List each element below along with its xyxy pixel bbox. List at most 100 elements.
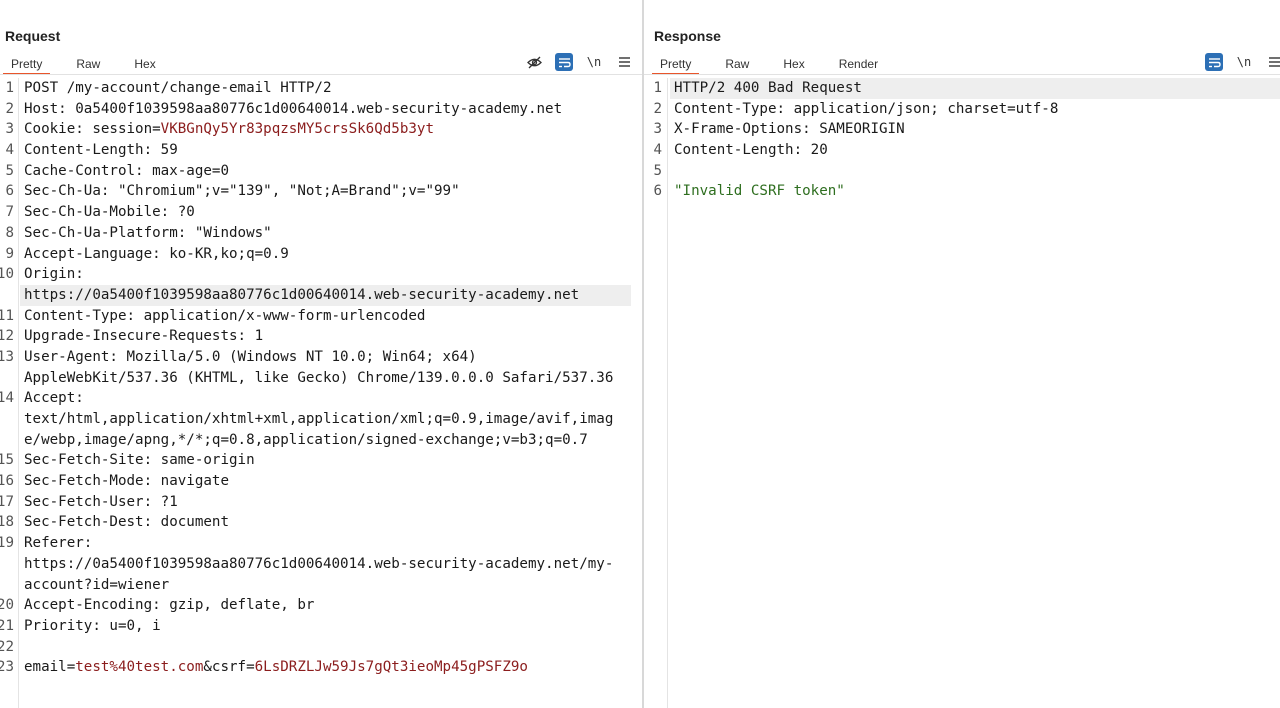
newline-toggle[interactable]: \n — [585, 53, 603, 71]
code-token: e/webp,image/apng,*/*;q=0.8,application/… — [24, 431, 588, 448]
line-text: https://0a5400f1039598aa80776c1d00640014… — [24, 285, 579, 306]
code-line[interactable]: 3 X-Frame-Options: SAMEORIGIN — [644, 119, 1280, 140]
response-tab-hex[interactable]: Hex — [775, 55, 812, 73]
request-tab-raw[interactable]: Raw — [68, 55, 108, 73]
line-text: Accept-Language: ko-KR,ko;q=0.9 — [24, 244, 289, 265]
line-text: Sec-Ch-Ua: "Chromium";v="139", "Not;A=Br… — [24, 181, 460, 202]
response-toolbar: \n — [1205, 53, 1280, 71]
code-line[interactable]: 20 Accept-Encoding: gzip, deflate, br — [0, 595, 642, 616]
line-text: AppleWebKit/537.36 (KHTML, like Gecko) C… — [24, 368, 613, 389]
request-tab-pretty[interactable]: Pretty — [3, 55, 51, 75]
code-token: Sec-Ch-Ua: "Chromium";v="139", "Not;A=Br… — [24, 183, 460, 200]
code-line[interactable]: text/html,application/xhtml+xml,applicat… — [0, 409, 642, 430]
param-value: 6LsDRZLJw59Js7gQt3ieoMp45gPSFZ9o — [254, 659, 528, 676]
code-token: Host: 0a5400f1039598aa80776c1d00640014.w… — [24, 100, 563, 117]
code-line[interactable]: 1 HTTP/2 400 Bad Request — [644, 78, 1280, 99]
code-line[interactable]: 4 Content-Length: 20 — [644, 140, 1280, 161]
code-token: Accept: — [24, 390, 84, 407]
line-number: 22 — [0, 638, 14, 655]
code-line[interactable]: account?id=wiener — [0, 575, 642, 596]
line-text: Sec-Ch-Ua-Mobile: ?0 — [24, 202, 195, 223]
word-wrap-icon[interactable] — [1205, 53, 1223, 71]
code-line[interactable]: 15 Sec-Fetch-Site: same-origin — [0, 450, 642, 471]
code-line[interactable]: 21 Priority: u=0, i — [0, 616, 642, 637]
request-tab-hex[interactable]: Hex — [126, 55, 163, 73]
code-line[interactable]: AppleWebKit/537.36 (KHTML, like Gecko) C… — [0, 368, 642, 389]
request-title: Request — [5, 28, 61, 44]
code-token: https://0a5400f1039598aa80776c1d00640014… — [24, 555, 614, 572]
code-line[interactable]: https://0a5400f1039598aa80776c1d00640014… — [0, 284, 642, 306]
code-token: email= — [24, 659, 76, 676]
line-text: e/webp,image/apng,*/*;q=0.8,application/… — [24, 430, 588, 451]
response-editor[interactable]: 1 HTTP/2 400 Bad Request 2 Content-Type: ap… — [644, 78, 1280, 708]
line-number: 17 — [0, 493, 14, 510]
line-text: Sec-Fetch-User: ?1 — [24, 492, 178, 513]
code-line[interactable]: 5 Cache-Control: max-age=0 — [0, 161, 642, 182]
code-line[interactable]: 17 Sec-Fetch-User: ?1 — [0, 492, 642, 513]
code-token: User-Agent: Mozilla/5.0 (Windows NT 10.0… — [24, 348, 477, 365]
json-string: "Invalid CSRF token" — [674, 183, 845, 200]
line-text: Origin: — [24, 264, 84, 285]
request-toolbar: \n — [525, 53, 633, 71]
line-text: Content-Type: application/x-www-form-url… — [24, 306, 425, 327]
code-line[interactable]: 16 Sec-Fetch-Mode: navigate — [0, 471, 642, 492]
line-text: Sec-Ch-Ua-Platform: "Windows" — [24, 223, 272, 244]
code-line[interactable]: 18 Sec-Fetch-Dest: document — [0, 512, 642, 533]
line-text: text/html,application/xhtml+xml,applicat… — [24, 409, 613, 430]
word-wrap-icon[interactable] — [555, 53, 573, 71]
line-number: 2 — [5, 100, 14, 117]
code-token: Priority: u=0, i — [24, 617, 161, 634]
line-text: Sec-Fetch-Dest: document — [24, 512, 229, 533]
line-number: 5 — [653, 162, 662, 179]
code-line[interactable]: 8 Sec-Ch-Ua-Platform: "Windows" — [0, 223, 642, 244]
line-number: 9 — [5, 245, 14, 262]
request-editor[interactable]: 1 POST /my-account/change-email HTTP/2 2 Ho… — [0, 78, 642, 708]
line-text: Cookie: session=VKBGnQy5Yr83pqzsMY5crsSk… — [24, 119, 434, 140]
hamburger-menu-icon[interactable] — [615, 53, 633, 71]
line-number: 3 — [5, 121, 14, 138]
code-line[interactable]: 6 Sec-Ch-Ua: "Chromium";v="139", "Not;A=B… — [0, 181, 642, 202]
code-line[interactable]: https://0a5400f1039598aa80776c1d00640014… — [0, 554, 642, 575]
code-line[interactable]: 23 email=test%40test.com&csrf=6LsDRZLJw59… — [0, 657, 642, 678]
code-line[interactable]: 9 Accept-Language: ko-KR,ko;q=0.9 — [0, 244, 642, 265]
newline-toggle[interactable]: \n — [1235, 53, 1253, 71]
line-text: Host: 0a5400f1039598aa80776c1d00640014.w… — [24, 99, 562, 120]
code-line[interactable]: 22 — [0, 637, 642, 658]
code-line[interactable]: 14 Accept: — [0, 388, 642, 409]
code-line[interactable]: 6 "Invalid CSRF token" — [644, 181, 1280, 202]
code-line[interactable]: 2 Host: 0a5400f1039598aa80776c1d00640014.… — [0, 99, 642, 120]
line-number: 23 — [0, 659, 14, 676]
code-token: Referer: — [24, 535, 93, 552]
code-line[interactable]: 11 Content-Type: application/x-www-form-u… — [0, 306, 642, 327]
line-number: 4 — [653, 142, 662, 159]
code-line[interactable]: 10 Origin: — [0, 264, 642, 285]
hamburger-menu-icon[interactable] — [1265, 53, 1280, 71]
code-line[interactable]: 7 Sec-Ch-Ua-Mobile: ?0 — [0, 202, 642, 223]
line-number: 13 — [0, 348, 14, 365]
code-token: Sec-Ch-Ua-Platform: "Windows" — [24, 224, 272, 241]
code-token: HTTP/2 400 Bad Request — [674, 80, 862, 96]
code-line[interactable]: 4 Content-Length: 59 — [0, 140, 642, 161]
response-tab-pretty[interactable]: Pretty — [652, 55, 700, 75]
code-line[interactable]: 19 Referer: — [0, 533, 642, 554]
line-number: 15 — [0, 452, 14, 469]
line-text: Referer: — [24, 533, 92, 554]
line-number: 4 — [5, 142, 14, 159]
line-text: Content-Length: 20 — [674, 140, 828, 161]
code-line[interactable]: 12 Upgrade-Insecure-Requests: 1 — [0, 326, 642, 347]
eye-off-icon[interactable] — [525, 53, 543, 71]
response-tab-raw[interactable]: Raw — [717, 55, 757, 73]
line-text: Cache-Control: max-age=0 — [24, 161, 229, 182]
code-line[interactable]: 2 Content-Type: application/json; charset… — [644, 99, 1280, 120]
code-line[interactable]: e/webp,image/apng,*/*;q=0.8,application/… — [0, 430, 642, 451]
response-title: Response — [654, 28, 721, 44]
code-line[interactable]: 13 User-Agent: Mozilla/5.0 (Windows NT 10… — [0, 347, 642, 368]
code-token: Cookie: session= — [24, 121, 161, 138]
line-text: email=test%40test.com&csrf=6LsDRZLJw59Js… — [24, 657, 528, 678]
code-token: text/html,application/xhtml+xml,applicat… — [24, 411, 614, 427]
code-line[interactable]: 1 POST /my-account/change-email HTTP/2 — [0, 78, 642, 99]
code-line[interactable]: 5 — [644, 161, 1280, 182]
response-tab-render[interactable]: Render — [831, 55, 886, 73]
code-line[interactable]: 3 Cookie: session=VKBGnQy5Yr83pqzsMY5crsS… — [0, 119, 642, 140]
code-token: account?id=wiener — [24, 576, 170, 593]
